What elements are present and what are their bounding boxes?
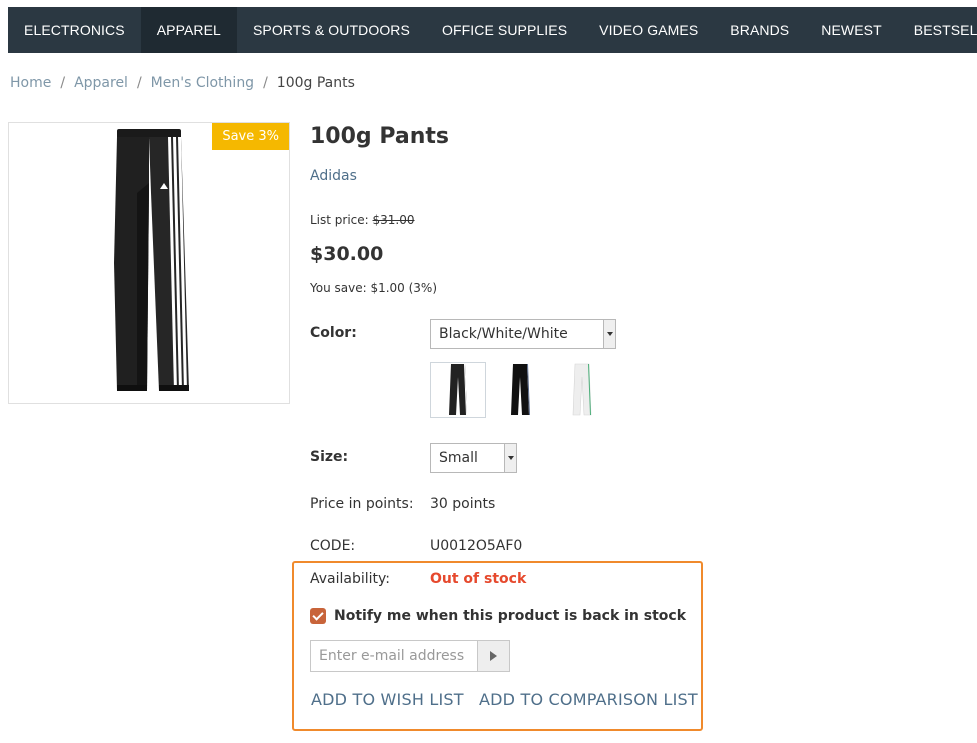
chevron-down-icon — [603, 320, 615, 348]
swatch-black[interactable] — [492, 362, 548, 418]
nav-item-electronics[interactable]: ELECTRONICS — [8, 7, 141, 53]
availability-status: Out of stock — [430, 571, 527, 587]
email-subscribe-form — [310, 640, 510, 672]
swatch-pants-black-white-icon — [449, 364, 467, 415]
availability-label: Availability: — [310, 571, 391, 587]
breadcrumb-separator: / — [263, 75, 268, 91]
nav-item-sports-outdoors[interactable]: SPORTS & OUTDOORS — [237, 7, 426, 53]
nav-item-brands[interactable]: BRANDS — [714, 7, 805, 53]
color-select-value: Black/White/White — [439, 326, 568, 342]
breadcrumb-apparel[interactable]: Apparel — [74, 75, 128, 91]
pants-image — [114, 129, 189, 391]
save-badge: Save 3% — [212, 123, 289, 150]
points-label: Price in points: — [310, 496, 414, 512]
swatch-pants-black-icon — [511, 364, 530, 415]
notify-checkbox[interactable] — [310, 608, 326, 624]
swatch-white[interactable] — [554, 362, 610, 418]
nav-item-bestsellers[interactable]: BESTSELLERS — [898, 7, 977, 53]
nav-item-apparel[interactable]: APPAREL — [140, 7, 237, 53]
you-save-text: You save: $1.00 (3%) — [310, 281, 438, 295]
product-image[interactable]: Save 3% — [8, 122, 290, 404]
submit-arrow-icon[interactable] — [477, 641, 509, 671]
points-value: 30 points — [430, 496, 496, 512]
notify-label: Notify me when this product is back in s… — [334, 608, 687, 624]
nav-item-video-games[interactable]: VIDEO GAMES — [583, 7, 714, 53]
breadcrumb-current: 100g Pants — [276, 75, 355, 91]
chevron-down-icon — [504, 444, 516, 472]
notify-checkbox-row[interactable]: Notify me when this product is back in s… — [310, 608, 686, 624]
color-select[interactable]: Black/White/White — [430, 319, 616, 349]
product-price: $30.00 — [310, 243, 384, 265]
color-label: Color: — [310, 325, 357, 341]
code-value: U0012O5AF0 — [430, 538, 523, 554]
swatch-black-white[interactable] — [430, 362, 486, 418]
add-to-comparison-list-link[interactable]: ADD TO COMPARISON LIST — [479, 690, 698, 709]
top-navigation: ELECTRONICS APPAREL SPORTS & OUTDOORS OF… — [8, 7, 977, 53]
breadcrumb: Home / Apparel / Men's Clothing / 100g P… — [10, 75, 355, 91]
list-price-label: List price: — [310, 213, 369, 227]
product-title: 100g Pants — [310, 124, 449, 149]
nav-item-newest[interactable]: NEWEST — [805, 7, 898, 53]
nav-item-office-supplies[interactable]: OFFICE SUPPLIES — [426, 7, 583, 53]
breadcrumb-separator: / — [60, 75, 66, 91]
size-label: Size: — [310, 449, 349, 465]
list-price-value: $31.00 — [372, 213, 415, 227]
color-swatches — [430, 362, 610, 418]
email-input[interactable] — [311, 641, 477, 671]
size-select[interactable]: Small — [430, 443, 517, 473]
code-label: CODE: — [310, 538, 356, 554]
swatch-pants-white-icon — [572, 363, 592, 416]
size-select-value: Small — [439, 450, 478, 466]
add-to-wish-list-link[interactable]: ADD TO WISH LIST — [311, 690, 464, 709]
list-price: List price: $31.00 — [310, 213, 415, 227]
brand-link[interactable]: Adidas — [310, 168, 357, 184]
breadcrumb-home[interactable]: Home — [10, 75, 51, 91]
breadcrumb-separator: / — [136, 75, 142, 91]
breadcrumb-mens-clothing[interactable]: Men's Clothing — [151, 75, 254, 91]
